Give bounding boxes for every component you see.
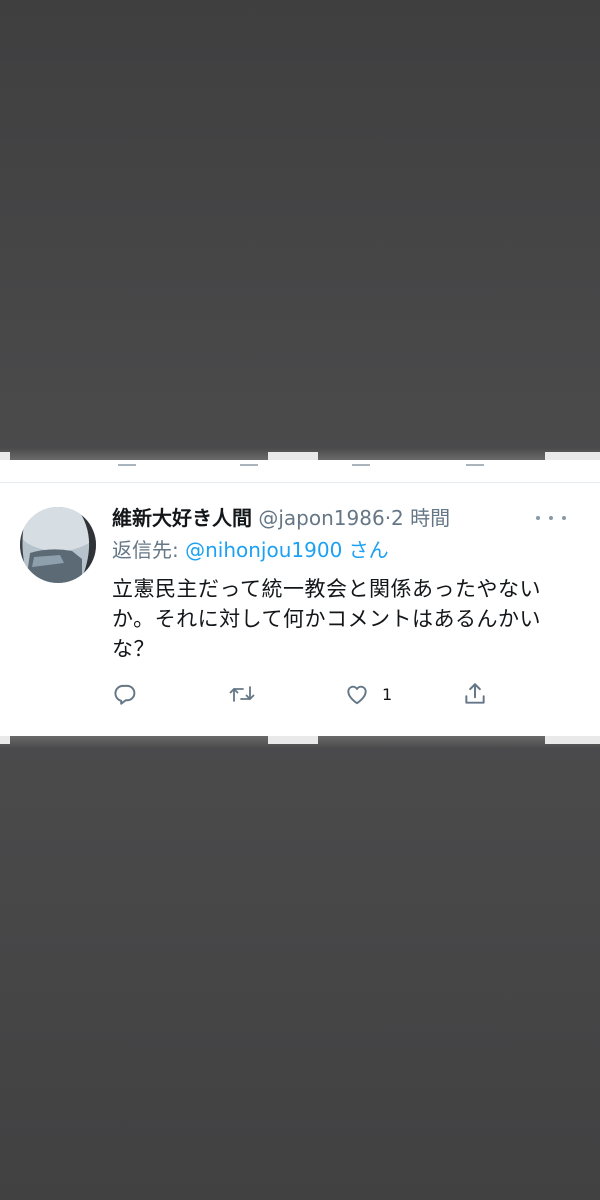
share-button[interactable] (462, 676, 488, 712)
display-name[interactable]: 維新大好き人間 (112, 506, 252, 530)
reply-icon (112, 681, 138, 707)
previous-tweet-actions (0, 460, 600, 468)
user-handle[interactable]: @japon1986 (258, 506, 384, 530)
reply-to-line: 返信先: @nihonjou1900 さん (112, 535, 389, 565)
retweet-icon (228, 681, 256, 707)
tweet-text: 立憲民主だって統一教会と関係あったやないか。それに対して何かコメントはあるんかい… (112, 577, 541, 661)
divider (0, 482, 600, 483)
reply-button[interactable] (112, 676, 150, 712)
timestamp[interactable]: 2 時間 (391, 506, 450, 530)
frame-notch (268, 736, 318, 744)
tweet-header: 維新大好き人間 @japon1986·2 時間 (112, 503, 450, 533)
more-dots-icon[interactable] (536, 506, 566, 530)
retweet-button[interactable] (228, 676, 268, 712)
reply-mention-link[interactable]: @nihonjou1900 さん (185, 538, 389, 562)
like-count: 1 (382, 684, 393, 704)
heart-icon (344, 681, 370, 707)
avatar[interactable] (20, 507, 96, 583)
like-button[interactable]: 1 (344, 676, 392, 712)
reply-prefix: 返信先: (112, 538, 179, 562)
frame-notch (545, 736, 600, 744)
frame-notch (0, 736, 10, 744)
frame-notch (545, 452, 600, 460)
tweet-actions: 1 (112, 676, 512, 712)
share-icon (462, 681, 488, 707)
frame-notch (268, 452, 318, 460)
frame-notch (0, 452, 10, 460)
